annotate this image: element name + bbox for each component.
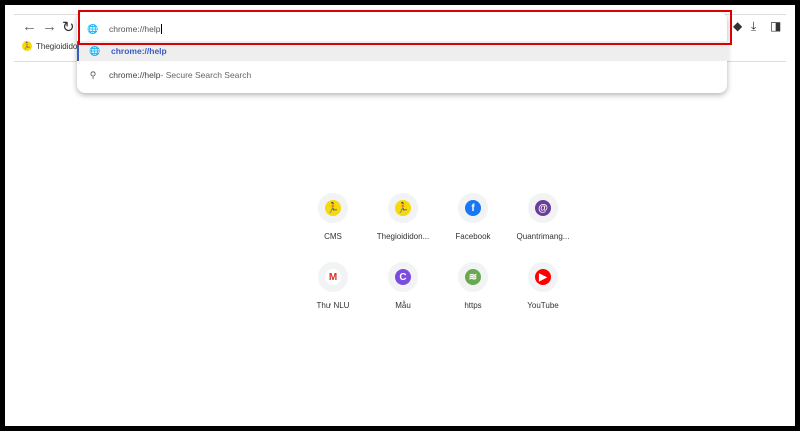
runner-icon: 🏃 [22,41,32,51]
shortcut-label: Thư NLU [316,301,350,310]
forward-icon[interactable]: → [42,18,57,35]
suggestion-text: chrome://help [111,46,167,56]
shortcut-tile[interactable]: ▶ YouTube [508,262,578,310]
shortcut-label: Facebook [455,232,491,241]
back-icon[interactable]: ← [22,18,37,35]
shortcut-icon: M [318,262,348,292]
shortcut-tile[interactable]: C Mẫu [368,262,438,310]
shortcut-tile[interactable]: @ Quantrimang... [508,193,578,241]
shortcut-tile[interactable]: M Thư NLU [298,262,368,310]
suggestion-suffix: - Secure Search Search [160,70,252,80]
bookmark-label: Thegioididon [36,41,82,51]
shortcut-label: CMS [324,232,342,241]
shortcut-icon: C [388,262,418,292]
shortcut-icon: 🏃 [318,193,348,223]
shortcut-label: Thegioididon... [376,232,430,241]
shortcut-label: https [464,301,482,310]
shortcut-icon: @ [528,193,558,223]
download-icon[interactable]: ⤓ [751,19,756,34]
shortcut-label: YouTube [527,301,559,310]
shortcut-icon: 🏃 [388,193,418,223]
search-icon: ⚲ [89,69,97,80]
shortcut-label: Quantrimang... [516,232,570,241]
shortcut-icon: ▶ [528,262,558,292]
suggestion-text: chrome://help [109,70,161,80]
shortcut-tile[interactable]: f Facebook [438,193,508,241]
suggestion-item[interactable]: ⚲ chrome://help - Secure Search Search [77,65,727,85]
shortcut-tile[interactable]: 🏃 CMS [298,193,368,241]
bookmark-item[interactable]: 🏃 Thegioididon [22,41,82,51]
highlight-box [78,10,732,45]
side-panel-icon[interactable]: ◨ [770,19,781,33]
reload-icon[interactable]: ↻ [62,18,75,36]
shortcut-tile[interactable]: ≋ https [438,262,508,310]
extension-icon[interactable]: ◆ [733,19,742,33]
shortcut-icon: f [458,193,488,223]
globe-icon: 🌐 [89,45,101,56]
shortcut-tile[interactable]: 🏃 Thegioididon... [368,193,438,241]
shortcut-label: Mẫu [395,301,411,310]
shortcut-icon: ≋ [458,262,488,292]
